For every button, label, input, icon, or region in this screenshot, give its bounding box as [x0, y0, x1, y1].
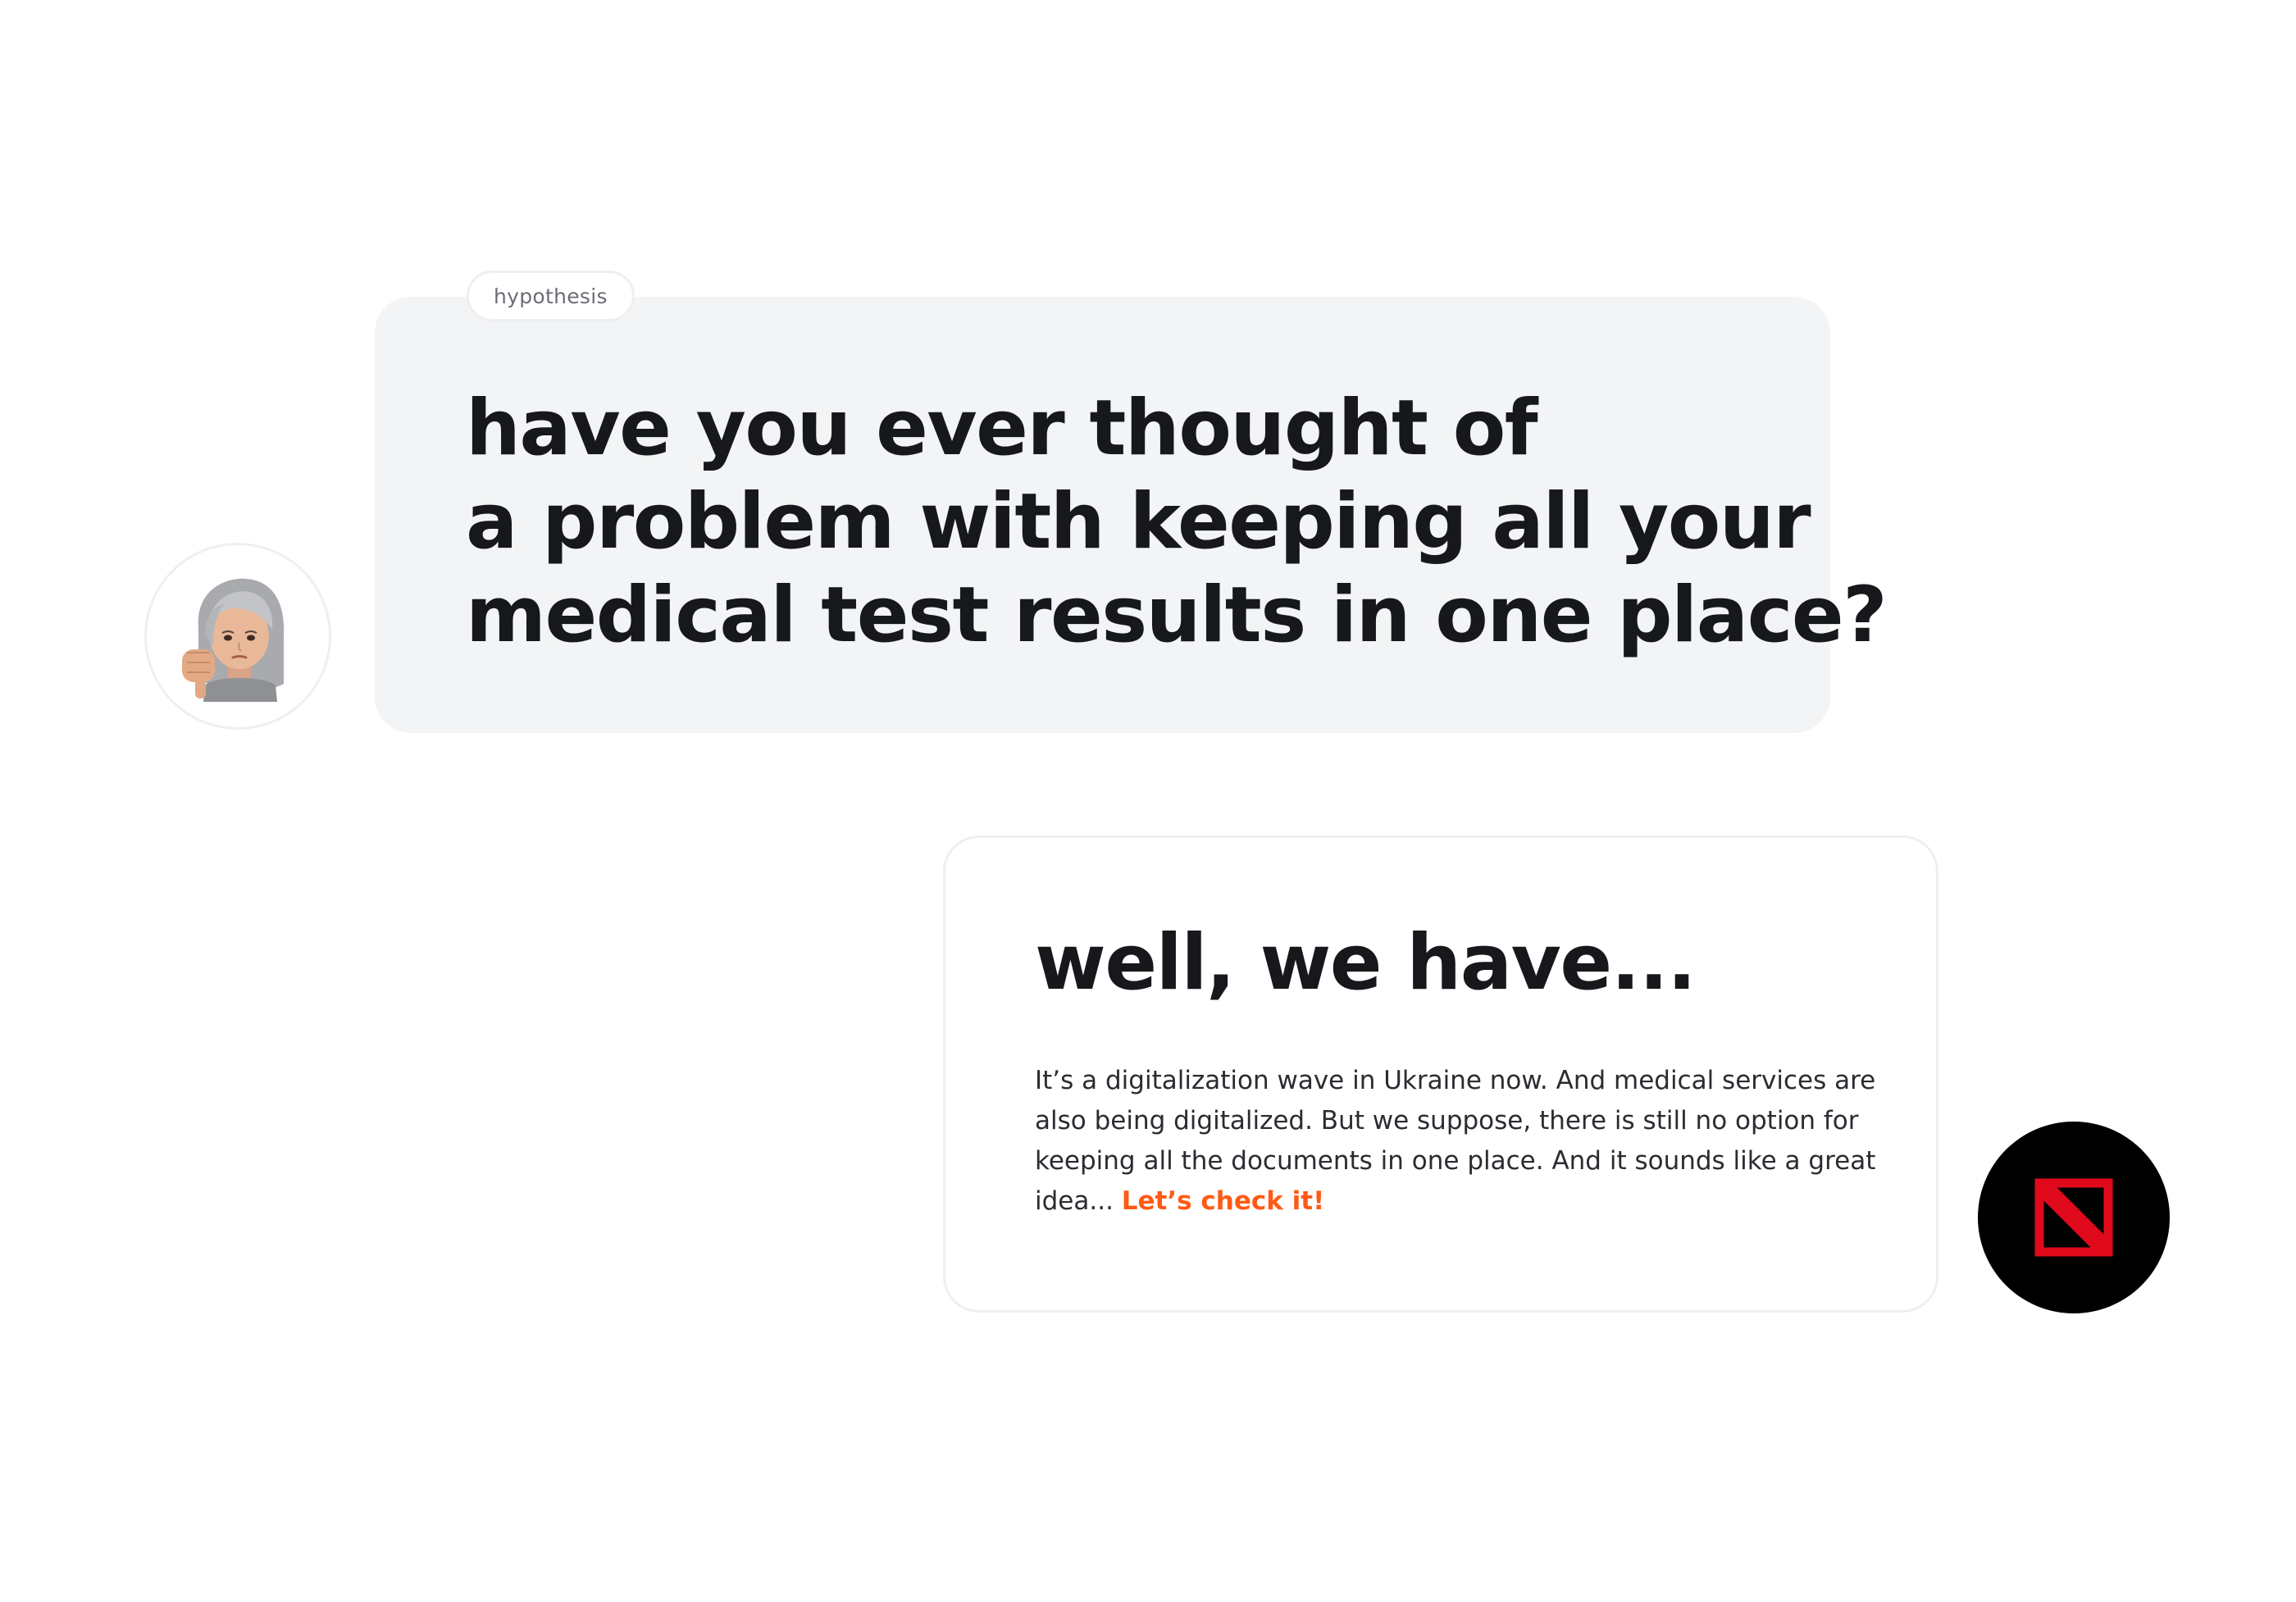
answer-body-line: It’s a digitalization wave in Ukraine no…	[1035, 1066, 1876, 1095]
question-line: have you ever thought of	[466, 384, 1538, 473]
answer-title: well, we have...	[1035, 918, 1697, 1008]
answer-body: It’s a digitalization wave in Ukraine no…	[1035, 1061, 1876, 1222]
answer-body-line: also being digitalized. But we suppose, …	[1035, 1106, 1859, 1136]
question-text: have you ever thought of a problem with …	[466, 382, 1888, 662]
question-line: medical test results in one place?	[466, 571, 1888, 660]
check-it-link[interactable]: Let’s check it!	[1122, 1186, 1324, 1216]
brand-avatar	[1978, 1122, 2170, 1313]
question-line: a problem with keeping all your	[466, 477, 1811, 567]
hypothesis-tag: hypothesis	[467, 271, 635, 321]
user-avatar	[144, 543, 331, 730]
answer-body-last-line: idea... Let’s check it!	[1035, 1181, 1855, 1222]
chat-canvas: hypothesis have you ever thought of a pr…	[0, 0, 2296, 1602]
answer-body-line: keeping all the documents in one place. …	[1035, 1146, 1876, 1176]
brand-logo-icon	[2034, 1178, 2113, 1257]
answer-body-prefix: idea...	[1035, 1186, 1122, 1216]
memoji-thumbs-down-icon	[182, 578, 285, 702]
